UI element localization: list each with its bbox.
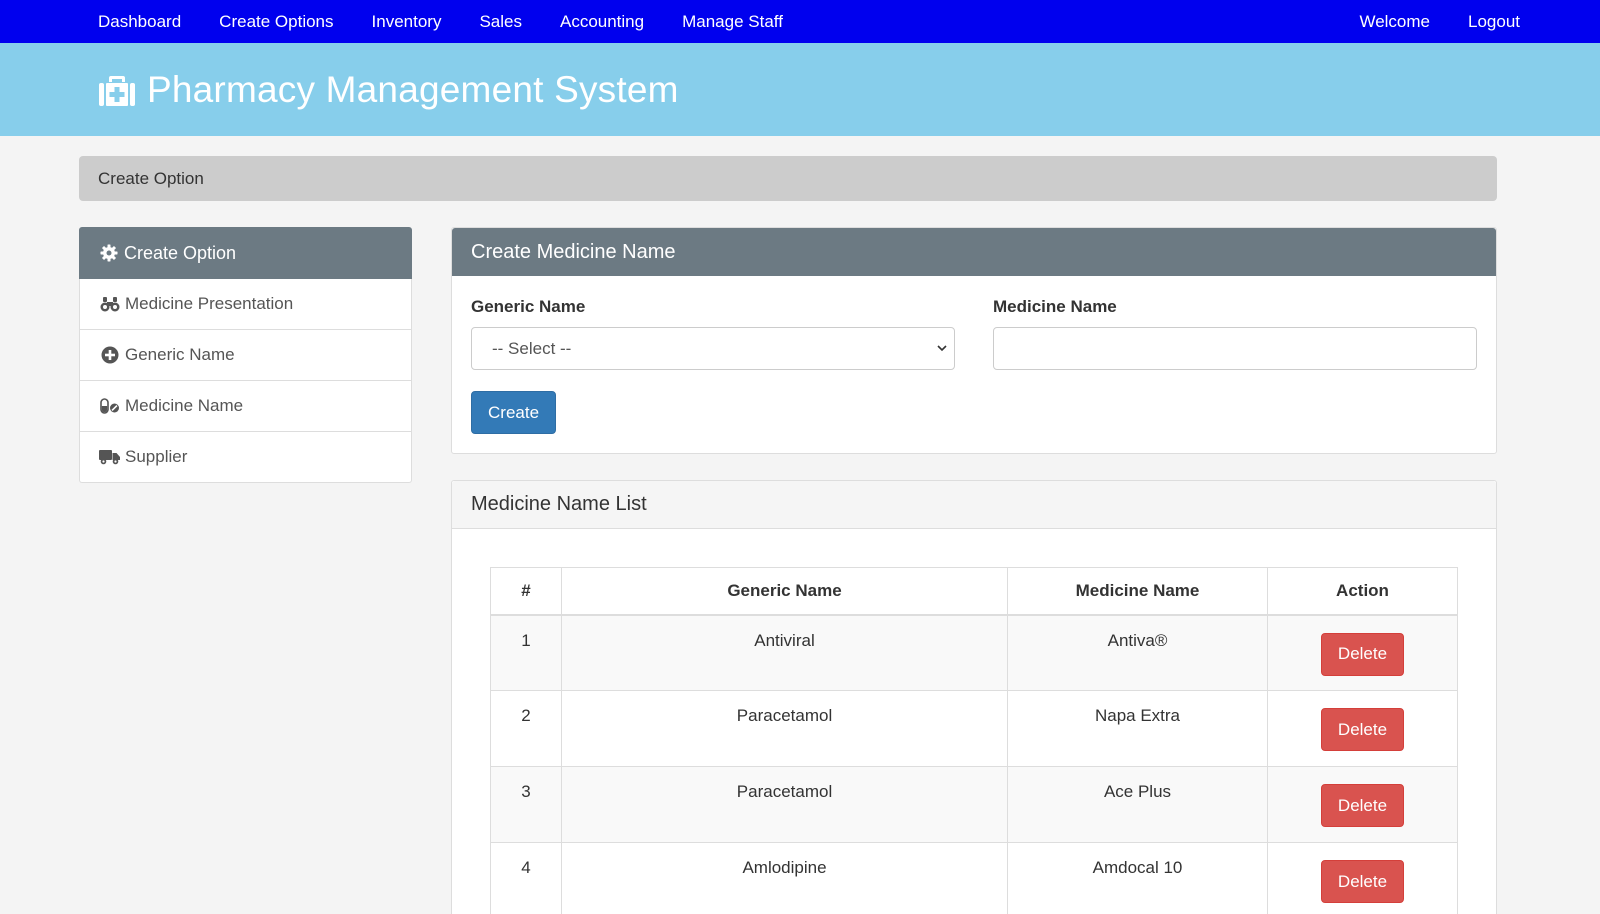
nav-left-group: Dashboard Create Options Inventory Sales… xyxy=(98,12,821,32)
nav-right-group: Welcome Logout xyxy=(1321,12,1520,32)
table-row: 2 Paracetamol Napa Extra Delete xyxy=(490,690,1458,767)
nav-dashboard[interactable]: Dashboard xyxy=(98,12,181,32)
row-number: 3 xyxy=(490,766,562,843)
top-navbar: Dashboard Create Options Inventory Sales… xyxy=(0,0,1600,43)
sidebar-item-generic-name[interactable]: Generic Name xyxy=(79,330,412,381)
medicine-name-input[interactable] xyxy=(993,327,1477,370)
table-row: 3 Paracetamol Ace Plus Delete xyxy=(490,766,1458,843)
create-medicine-panel: Create Medicine Name Generic Name -- Sel… xyxy=(451,227,1497,454)
sidebar-header-label: Create Option xyxy=(124,242,237,263)
page-content: Create Option Create Option Medicine Pre… xyxy=(0,136,1600,914)
col-action-header: Action xyxy=(1267,567,1458,616)
sidebar-item-label: Medicine Name xyxy=(125,396,244,415)
row-action: Delete xyxy=(1267,766,1458,843)
chevron-down-icon xyxy=(937,345,947,352)
app-title: Pharmacy Management System xyxy=(147,68,679,110)
nav-logout[interactable]: Logout xyxy=(1468,12,1520,32)
row-generic-name: Paracetamol xyxy=(561,690,1008,767)
plus-circle-icon xyxy=(99,346,121,364)
pills-icon xyxy=(99,397,121,415)
medicine-table: # Generic Name Medicine Name Action 1 An… xyxy=(490,567,1458,914)
medicine-list-title: Medicine Name List xyxy=(452,481,1496,529)
sidebar-header: Create Option xyxy=(79,227,412,279)
row-medicine-name: Amdocal 10 xyxy=(1007,842,1268,914)
col-generic-header: Generic Name xyxy=(561,567,1008,616)
nav-manage-staff[interactable]: Manage Staff xyxy=(682,12,783,32)
app-banner: Pharmacy Management System xyxy=(0,43,1600,136)
delete-button[interactable]: Delete xyxy=(1321,632,1404,676)
row-generic-name: Paracetamol xyxy=(561,766,1008,843)
sidebar-item-label: Supplier xyxy=(125,447,188,466)
generic-name-select[interactable]: -- Select -- xyxy=(471,327,955,370)
content-row: Create Option Medicine Presentation Gene… xyxy=(79,227,1497,914)
row-action: Delete xyxy=(1267,614,1458,691)
nav-welcome[interactable]: Welcome xyxy=(1359,12,1430,32)
medicine-name-field: Medicine Name xyxy=(993,297,1477,370)
sidebar: Create Option Medicine Presentation Gene… xyxy=(79,227,412,914)
generic-name-selected: -- Select -- xyxy=(492,338,572,358)
table-row: 1 Antiviral Antiva® Delete xyxy=(490,614,1458,691)
row-generic-name: Amlodipine xyxy=(561,842,1008,914)
sidebar-item-label: Medicine Presentation xyxy=(125,294,294,313)
sidebar-item-label: Generic Name xyxy=(125,345,235,364)
table-row: 4 Amlodipine Amdocal 10 Delete xyxy=(490,842,1458,914)
generic-name-label: Generic Name xyxy=(471,297,586,316)
nav-accounting[interactable]: Accounting xyxy=(560,12,644,32)
delete-button[interactable]: Delete xyxy=(1321,860,1404,903)
form-fields: Generic Name -- Select -- Medicine Name xyxy=(471,297,1477,370)
row-action: Delete xyxy=(1267,690,1458,767)
nav-create-options[interactable]: Create Options xyxy=(219,12,333,32)
breadcrumb: Create Option xyxy=(79,156,1497,201)
create-medicine-title: Create Medicine Name xyxy=(452,228,1496,276)
row-generic-name: Antiviral xyxy=(561,614,1008,691)
medicine-name-label: Medicine Name xyxy=(993,297,1117,316)
medkit-icon xyxy=(99,75,135,106)
nav-inventory[interactable]: Inventory xyxy=(372,12,442,32)
main-content: Create Medicine Name Generic Name -- Sel… xyxy=(451,227,1497,914)
generic-name-field: Generic Name -- Select -- xyxy=(471,297,955,370)
row-number: 2 xyxy=(490,690,562,767)
truck-icon xyxy=(99,448,121,466)
col-medicine-header: Medicine Name xyxy=(1007,567,1268,616)
delete-button[interactable]: Delete xyxy=(1321,784,1404,827)
row-medicine-name: Ace Plus xyxy=(1007,766,1268,843)
breadcrumb-text: Create Option xyxy=(98,168,204,188)
row-number: 1 xyxy=(490,614,562,691)
sidebar-item-supplier[interactable]: Supplier xyxy=(79,432,412,483)
binoculars-icon xyxy=(99,295,121,313)
table-header-row: # Generic Name Medicine Name Action xyxy=(490,567,1458,616)
medicine-list-panel: Medicine Name List # Generic Name Medici… xyxy=(451,480,1497,914)
row-medicine-name: Antiva® xyxy=(1007,614,1268,691)
col-number-header: # xyxy=(490,567,562,616)
sidebar-item-medicine-name[interactable]: Medicine Name xyxy=(79,381,412,432)
row-action: Delete xyxy=(1267,842,1458,914)
delete-button[interactable]: Delete xyxy=(1321,708,1404,751)
create-button[interactable]: Create xyxy=(471,391,557,434)
nav-sales[interactable]: Sales xyxy=(479,12,522,32)
medicine-table-wrap: # Generic Name Medicine Name Action 1 An… xyxy=(452,529,1496,914)
row-medicine-name: Napa Extra xyxy=(1007,690,1268,767)
gear-icon xyxy=(98,244,120,262)
create-medicine-form: Generic Name -- Select -- Medicine Name xyxy=(452,276,1496,453)
sidebar-item-medicine-presentation[interactable]: Medicine Presentation xyxy=(79,279,412,330)
row-number: 4 xyxy=(490,842,562,914)
